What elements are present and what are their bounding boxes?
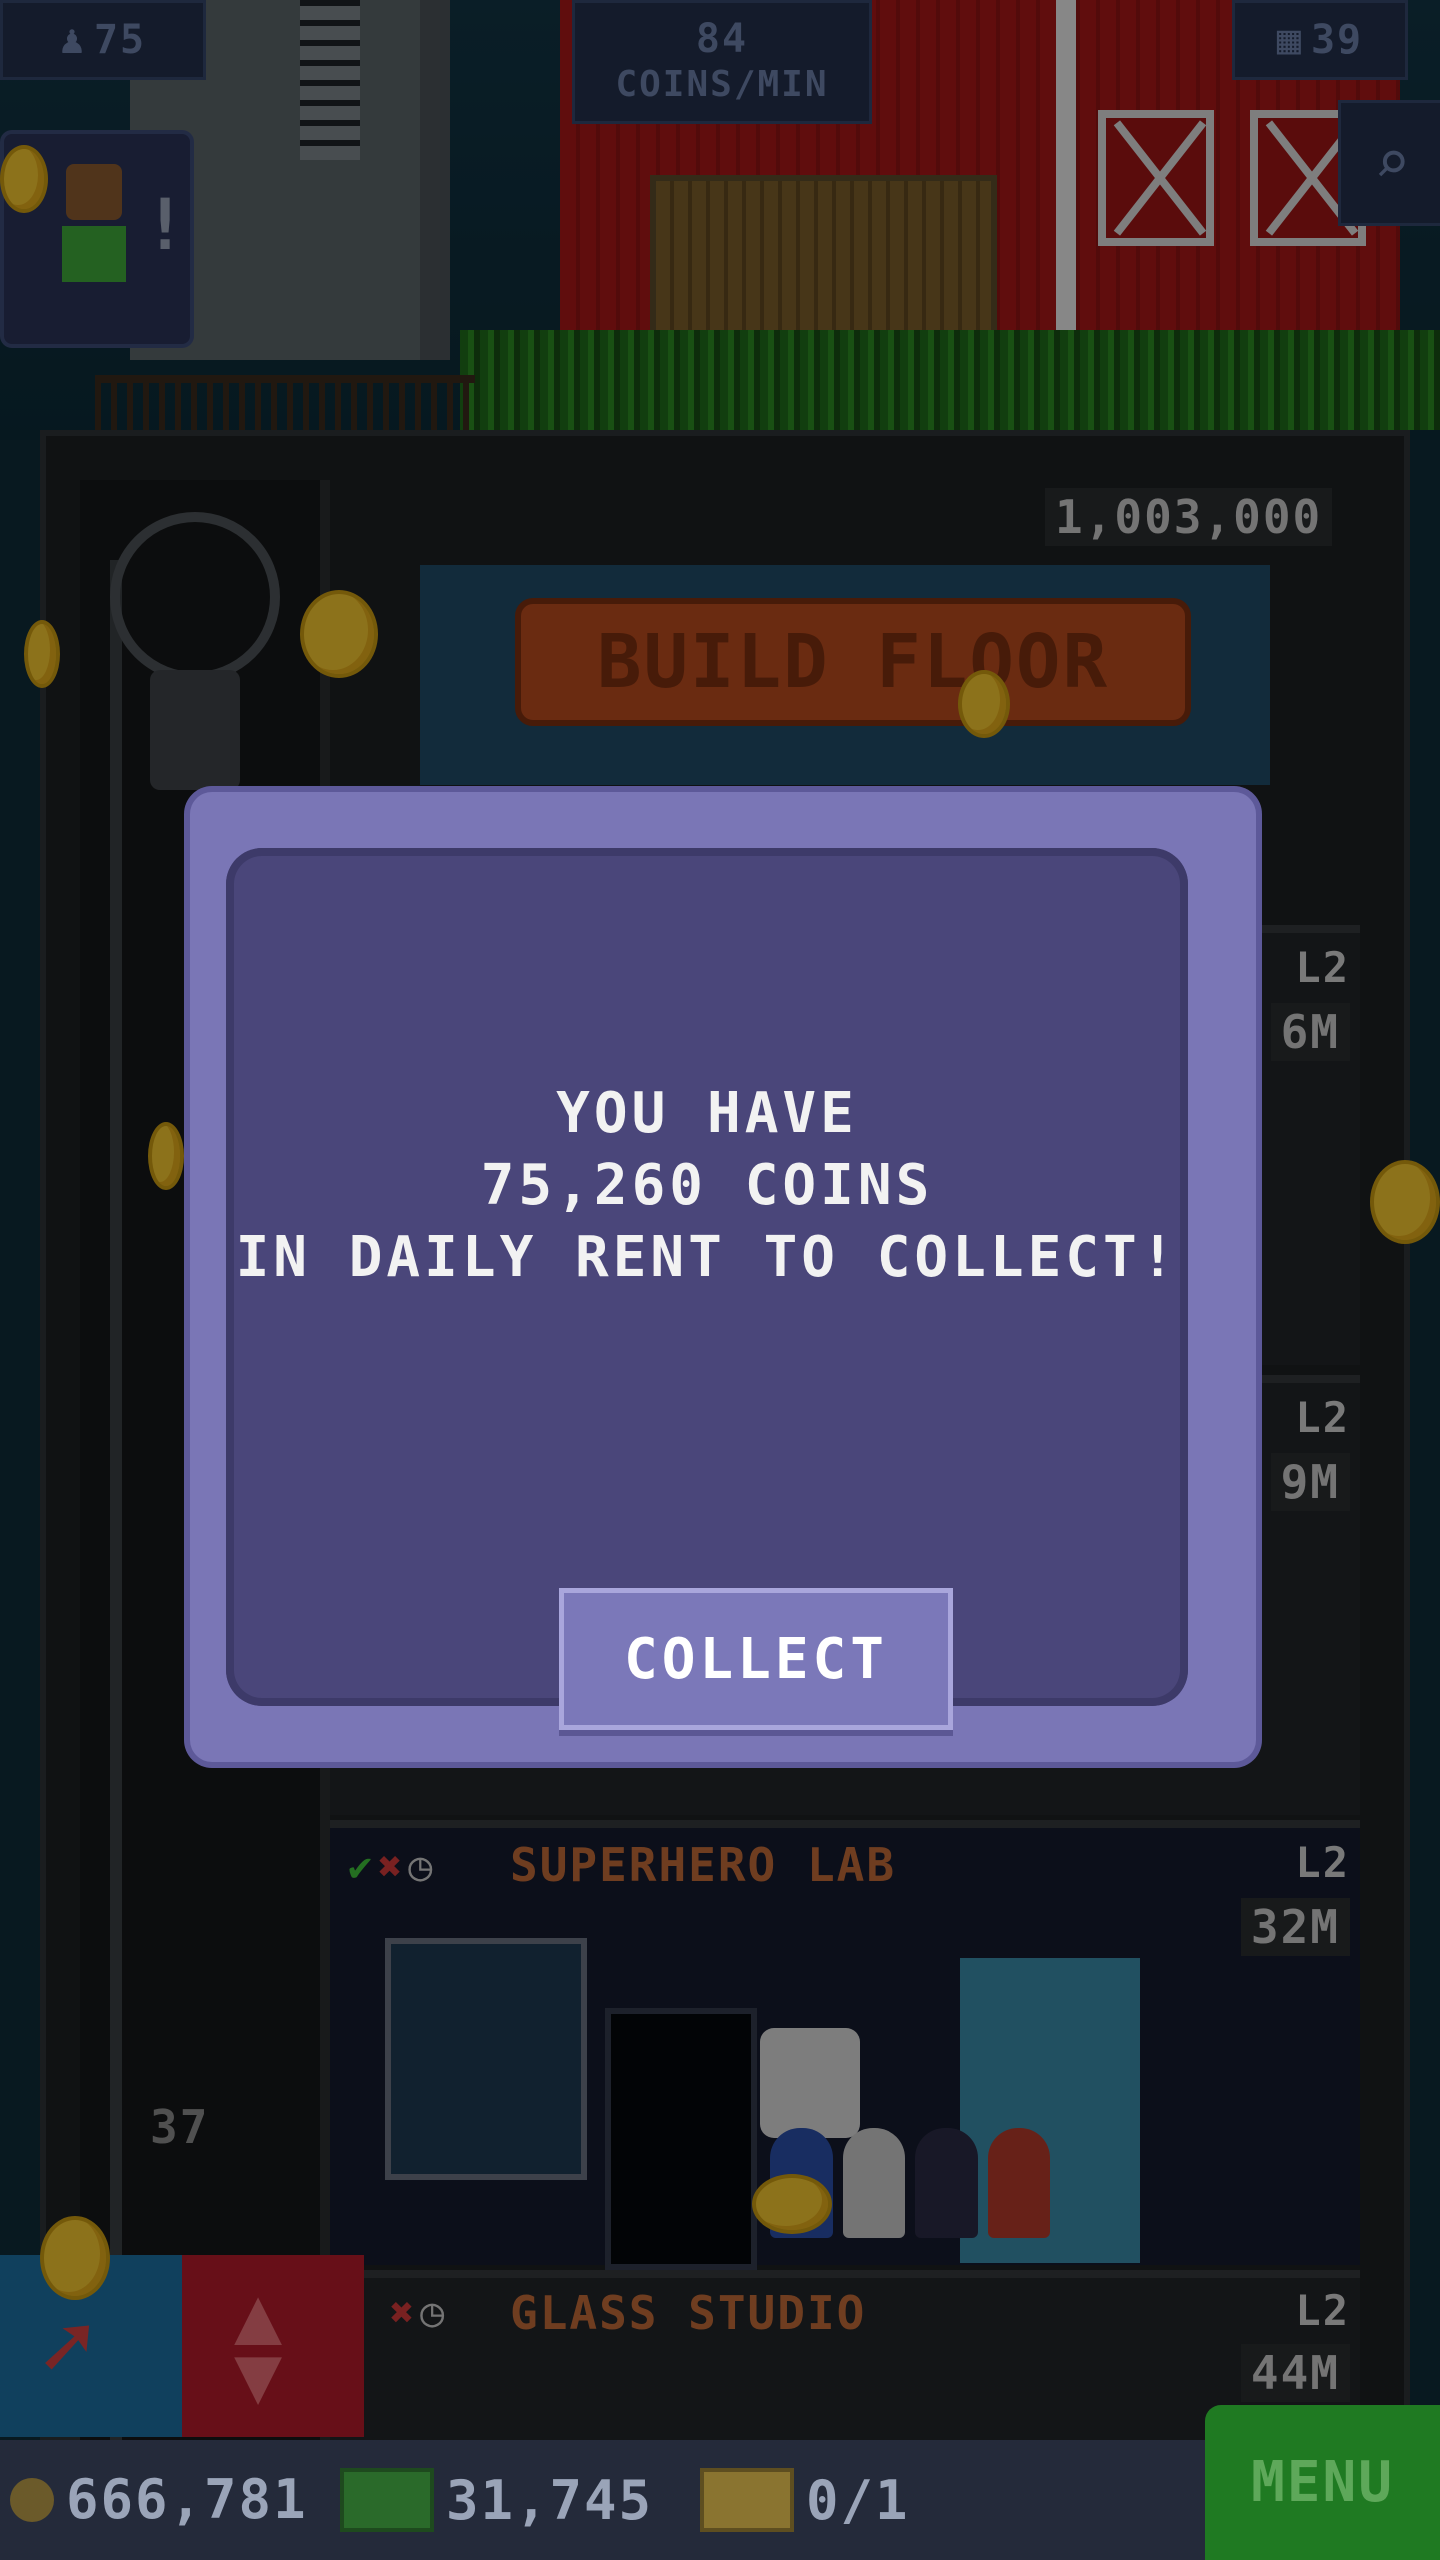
tickets-balance[interactable]: 0/1 xyxy=(700,2468,910,2532)
bux-balance[interactable]: 31,745 xyxy=(340,2468,653,2532)
dialog-body: YOU HAVE 75,260 COINS IN DAILY RENT TO C… xyxy=(226,848,1188,1730)
ticket-icon xyxy=(700,2468,794,2532)
menu-button[interactable]: MENU xyxy=(1205,2405,1440,2560)
bux-icon xyxy=(340,2468,434,2532)
coin-icon xyxy=(10,2477,54,2522)
daily-rent-dialog: YOU HAVE 75,260 COINS IN DAILY RENT TO C… xyxy=(190,792,1256,1762)
coins-balance[interactable]: 666,781 xyxy=(10,2468,308,2531)
collect-button[interactable]: COLLECT xyxy=(559,1588,953,1730)
message-line: IN DAILY RENT TO COLLECT! xyxy=(235,1225,1179,1290)
message-line-coins: 75,260 COINS xyxy=(480,1153,934,1218)
dialog-message: YOU HAVE 75,260 COINS IN DAILY RENT TO C… xyxy=(226,1078,1188,1294)
message-line: YOU HAVE xyxy=(556,1081,858,1146)
